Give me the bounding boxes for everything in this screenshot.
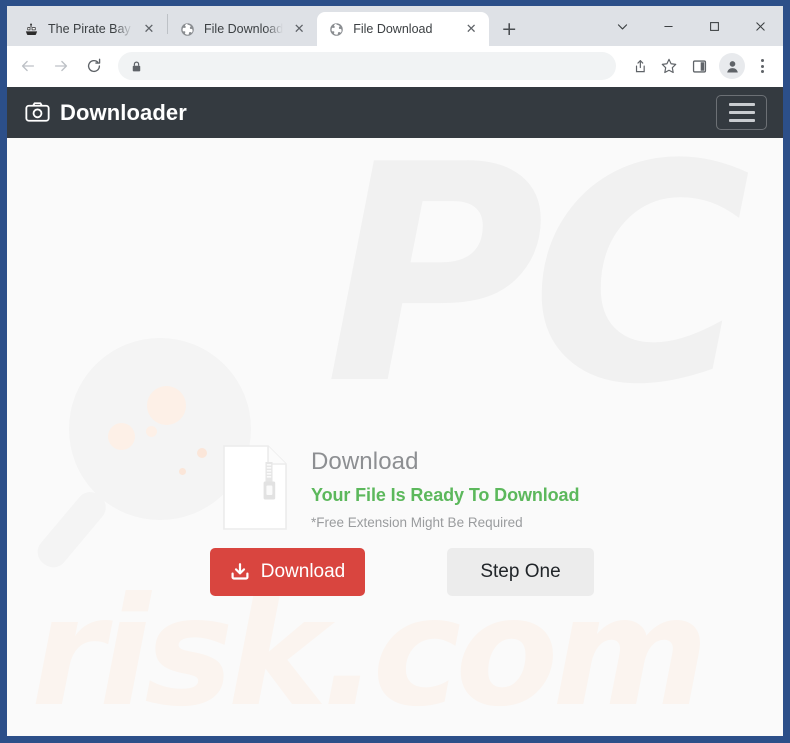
site-brand[interactable]: Downloader <box>25 100 187 126</box>
browser-window: The Pirate Bay - The ✕ File Download ✕ <box>0 0 790 743</box>
download-card-text: Download Your File Is Ready To Download … <box>311 445 579 530</box>
tab-close-button[interactable]: ✕ <box>462 20 480 38</box>
download-button-label: Download <box>260 561 346 582</box>
tab-title: File Download <box>353 22 433 36</box>
maximize-icon[interactable] <box>691 6 737 46</box>
globe-icon <box>328 21 344 37</box>
tab-title: The Pirate Bay - The <box>48 22 133 36</box>
site-brand-label: Downloader <box>60 99 187 125</box>
download-button-row: Download Step One <box>210 548 594 596</box>
profile-avatar-icon[interactable] <box>719 53 745 79</box>
camera-icon <box>25 100 50 125</box>
download-card: Download Your File Is Ready To Download … <box>223 445 579 530</box>
browser-tab-pirate-bay[interactable]: The Pirate Bay - The ✕ <box>12 12 167 46</box>
site-navbar: Downloader <box>7 87 783 138</box>
tab-close-button[interactable]: ✕ <box>140 20 158 38</box>
side-panel-icon[interactable] <box>685 52 713 80</box>
pirate-ship-icon <box>23 21 39 37</box>
download-button[interactable]: Download <box>210 548 365 596</box>
share-icon[interactable] <box>625 52 653 80</box>
reload-icon[interactable] <box>79 51 109 81</box>
step-one-button[interactable]: Step One <box>447 548 594 596</box>
back-arrow-icon[interactable] <box>13 51 43 81</box>
download-tray-icon <box>230 562 250 582</box>
hamburger-menu-icon[interactable] <box>716 95 767 130</box>
download-extension-note: *Free Extension Might Be Required <box>311 514 523 530</box>
browser-window-inner: The Pirate Bay - The ✕ File Download ✕ <box>7 6 783 736</box>
new-tab-button[interactable]: + <box>495 15 523 43</box>
step-one-button-label: Step One <box>480 561 561 582</box>
zip-file-icon <box>223 445 287 530</box>
page-viewport: Downloader PC risk.com Download Your Fil… <box>7 87 783 736</box>
tab-strip: The Pirate Bay - The ✕ File Download ✕ <box>7 6 783 46</box>
tab-title: File Download <box>204 22 284 36</box>
browser-tab-file-download-2[interactable]: File Download ✕ <box>317 12 490 46</box>
lock-icon <box>130 60 143 73</box>
tab-close-button[interactable]: ✕ <box>290 20 308 38</box>
three-dot-menu-icon[interactable] <box>749 52 775 80</box>
download-page-content: Download Your File Is Ready To Download … <box>7 138 783 736</box>
tab-search-chevron-icon[interactable] <box>599 6 645 46</box>
browser-toolbar <box>7 46 783 87</box>
globe-icon <box>179 21 195 37</box>
browser-tab-file-download-1[interactable]: File Download ✕ <box>168 12 317 46</box>
forward-arrow-icon[interactable] <box>46 51 76 81</box>
star-icon[interactable] <box>655 52 683 80</box>
close-icon[interactable] <box>737 6 783 46</box>
address-bar[interactable] <box>118 52 616 80</box>
minimize-icon[interactable] <box>645 6 691 46</box>
download-heading: Download <box>311 448 419 475</box>
window-controls <box>599 6 783 46</box>
download-ready-message: Your File Is Ready To Download <box>311 484 580 505</box>
